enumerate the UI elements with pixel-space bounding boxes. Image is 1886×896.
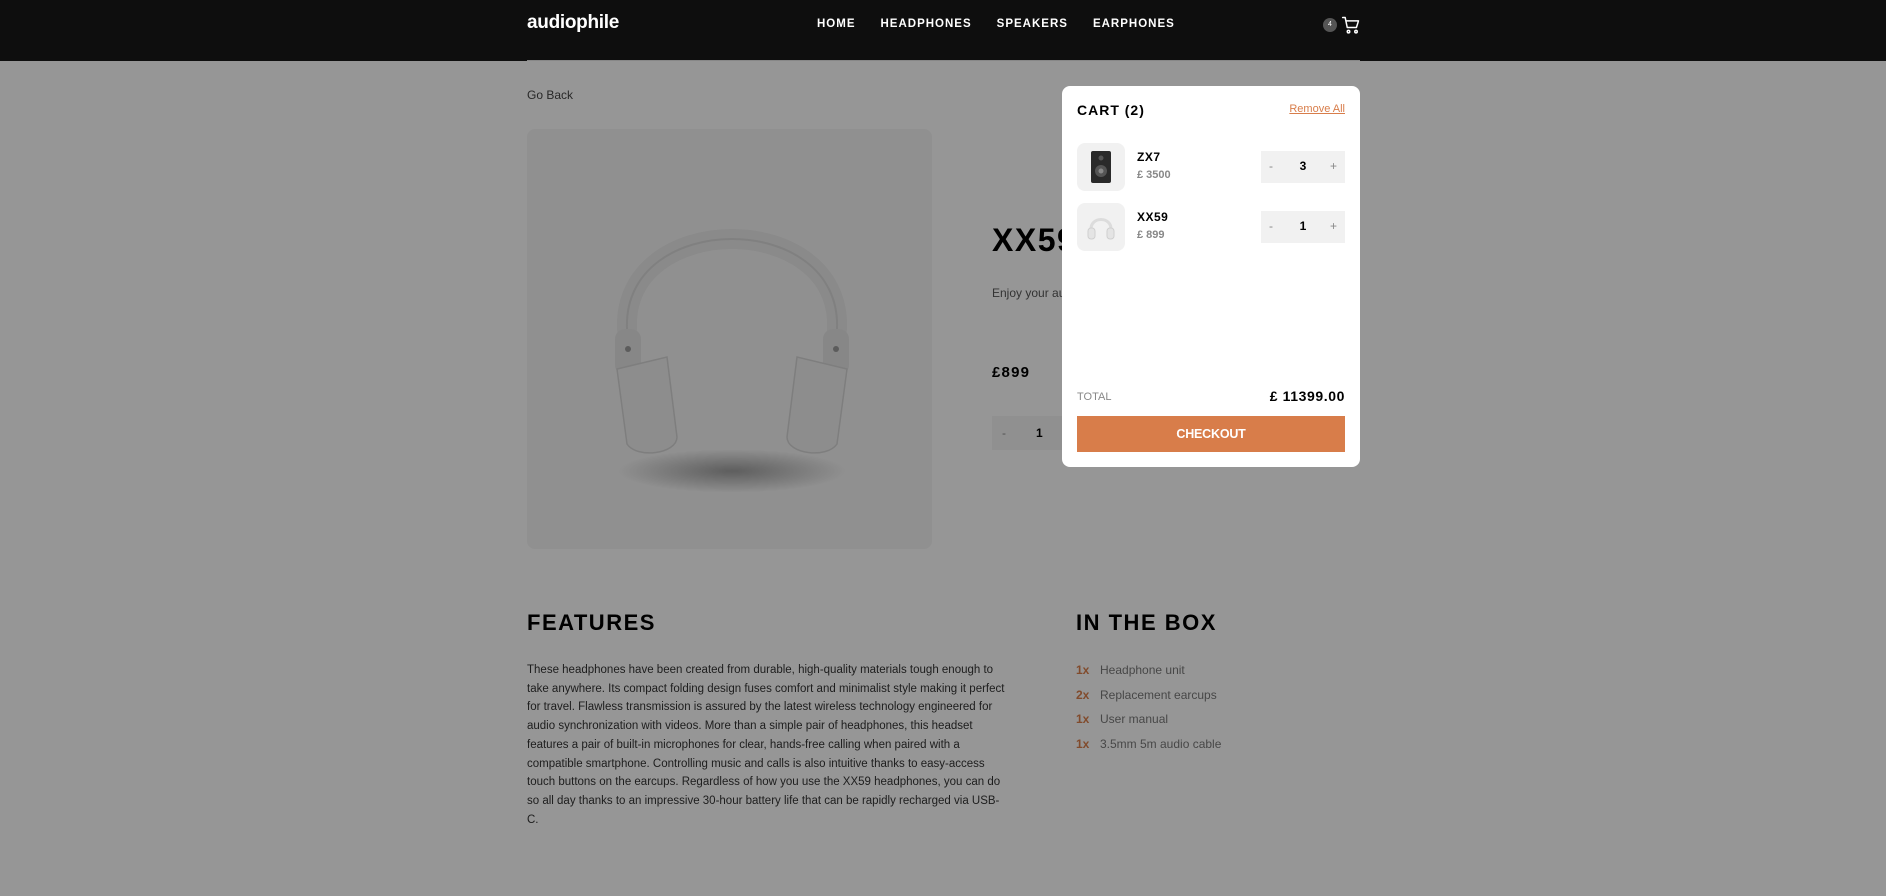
cart-title: CART (2) xyxy=(1077,102,1145,118)
nav-speakers[interactable]: SPEAKERS xyxy=(997,18,1068,30)
quantity-stepper[interactable]: 3 - + xyxy=(1261,151,1345,183)
increment-button[interactable]: + xyxy=(1330,219,1337,233)
site-header: audiophile HOME HEADPHONES SPEAKERS EARP… xyxy=(0,0,1886,61)
cart-count-badge: 4 xyxy=(1323,18,1337,32)
total-value: £ 11399.00 xyxy=(1269,388,1345,404)
logo[interactable]: audiophile xyxy=(527,12,619,34)
checkout-button[interactable]: CHECKOUT xyxy=(1077,416,1345,452)
header-inner: audiophile HOME HEADPHONES SPEAKERS EARP… xyxy=(527,0,1360,61)
decrement-button[interactable]: - xyxy=(1269,219,1273,233)
zx7-thumbnail xyxy=(1077,143,1125,191)
headphones-icon xyxy=(1087,218,1115,240)
cart-item-zx7: ZX7 £ 3500 3 - + xyxy=(1077,143,1345,193)
nav-headphones[interactable]: HEADPHONES xyxy=(881,18,972,30)
cart-item-xx59: XX59 £ 899 1 - + xyxy=(1077,203,1345,253)
nav-earphones[interactable]: EARPHONES xyxy=(1093,18,1175,30)
cart-item-price: £ 3500 xyxy=(1137,169,1171,181)
cart-item-name: ZX7 xyxy=(1137,150,1161,164)
remove-all-button[interactable]: Remove All xyxy=(1289,103,1345,115)
nav-home[interactable]: HOME xyxy=(817,18,856,30)
cart-item-price: £ 899 xyxy=(1137,229,1165,241)
cart-modal: CART (2) Remove All ZX7 £ 3500 3 - + XX5… xyxy=(1062,86,1360,467)
decrement-button[interactable]: - xyxy=(1269,159,1273,173)
modal-backdrop[interactable] xyxy=(0,61,1886,896)
total-label: TOTAL xyxy=(1077,391,1112,403)
cart-icon[interactable] xyxy=(1341,15,1361,35)
increment-button[interactable]: + xyxy=(1330,159,1337,173)
speaker-icon xyxy=(1091,151,1111,183)
main-nav: HOME HEADPHONES SPEAKERS EARPHONES xyxy=(817,18,1175,30)
quantity-stepper[interactable]: 1 - + xyxy=(1261,211,1345,243)
cart-item-name: XX59 xyxy=(1137,210,1169,224)
xx59-thumbnail xyxy=(1077,203,1125,251)
